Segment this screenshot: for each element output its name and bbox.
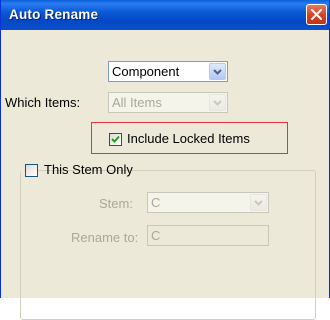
chevron-down-icon (254, 200, 263, 206)
checkmark-icon (111, 135, 120, 143)
dialog-body: Component Which Items: All Items Include… (1, 30, 329, 320)
auto-rename-dialog: Auto Rename Component Which Items: All I… (0, 0, 330, 320)
component-dropdown-button[interactable] (209, 63, 226, 80)
which-items-select[interactable]: All Items (108, 92, 228, 113)
stem-dropdown-button[interactable] (250, 194, 267, 211)
component-select-value: Component (112, 64, 180, 79)
window-title: Auto Rename (9, 7, 99, 22)
this-stem-only-label[interactable]: This Stem Only (44, 162, 133, 177)
rename-to-label: Rename to: (71, 230, 139, 245)
stem-select[interactable]: C (147, 192, 269, 213)
stem-value: C (151, 195, 161, 210)
stem-groupbox-legend: This Stem Only (21, 160, 133, 180)
which-items-dropdown-button[interactable] (209, 94, 226, 111)
close-icon (311, 9, 322, 20)
include-locked-label[interactable]: Include Locked Items (127, 131, 250, 146)
include-locked-checkbox[interactable] (109, 133, 122, 146)
title-bar[interactable]: Auto Rename (1, 0, 329, 30)
rename-to-input[interactable]: C (147, 225, 269, 246)
this-stem-only-checkbox[interactable] (25, 164, 38, 177)
which-items-value: All Items (112, 95, 162, 110)
component-select[interactable]: Component (108, 61, 228, 82)
stem-label: Stem: (99, 196, 133, 211)
chevron-down-icon (213, 100, 222, 106)
chevron-down-icon (213, 69, 222, 75)
which-items-label: Which Items: (5, 95, 81, 110)
rename-to-value: C (151, 228, 161, 243)
close-button[interactable] (306, 4, 327, 25)
